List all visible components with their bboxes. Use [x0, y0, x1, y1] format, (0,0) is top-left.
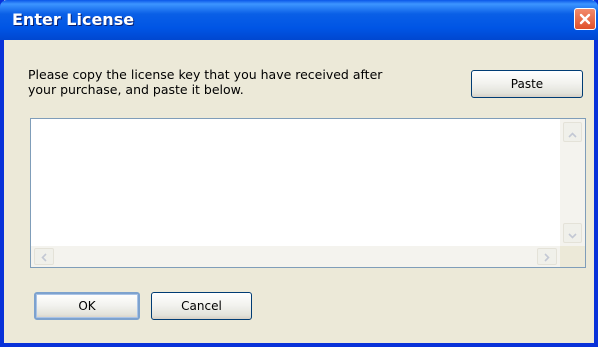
instructions-line-1: Please copy the license key that you hav… [28, 67, 383, 82]
scrollbar-corner [560, 246, 585, 267]
cancel-button[interactable]: Cancel [151, 292, 252, 320]
ok-button[interactable]: OK [34, 292, 140, 320]
license-key-textarea[interactable] [31, 119, 560, 246]
scroll-left-button[interactable] [34, 248, 54, 265]
title-bar[interactable]: Enter License [0, 0, 598, 40]
scroll-right-button[interactable] [537, 248, 557, 265]
enter-license-dialog: Enter License Please copy the license ke… [0, 0, 598, 347]
scroll-up-button[interactable] [563, 122, 582, 142]
instructions-text: Please copy the license key that you hav… [28, 67, 428, 97]
chevron-right-icon [544, 247, 550, 266]
paste-button[interactable]: Paste [471, 70, 583, 98]
close-button[interactable] [574, 8, 596, 30]
vertical-scrollbar[interactable] [560, 119, 585, 246]
instructions-line-2: your purchase, and paste it below. [28, 82, 244, 97]
horizontal-scrollbar[interactable] [31, 246, 560, 267]
chevron-down-icon [568, 224, 577, 243]
window-title: Enter License [12, 10, 135, 29]
dialog-content: Please copy the license key that you hav… [4, 40, 594, 343]
license-key-field [30, 118, 586, 268]
close-icon [579, 13, 591, 25]
chevron-left-icon [41, 247, 47, 266]
chevron-up-icon [568, 123, 577, 142]
scroll-down-button[interactable] [563, 223, 582, 243]
